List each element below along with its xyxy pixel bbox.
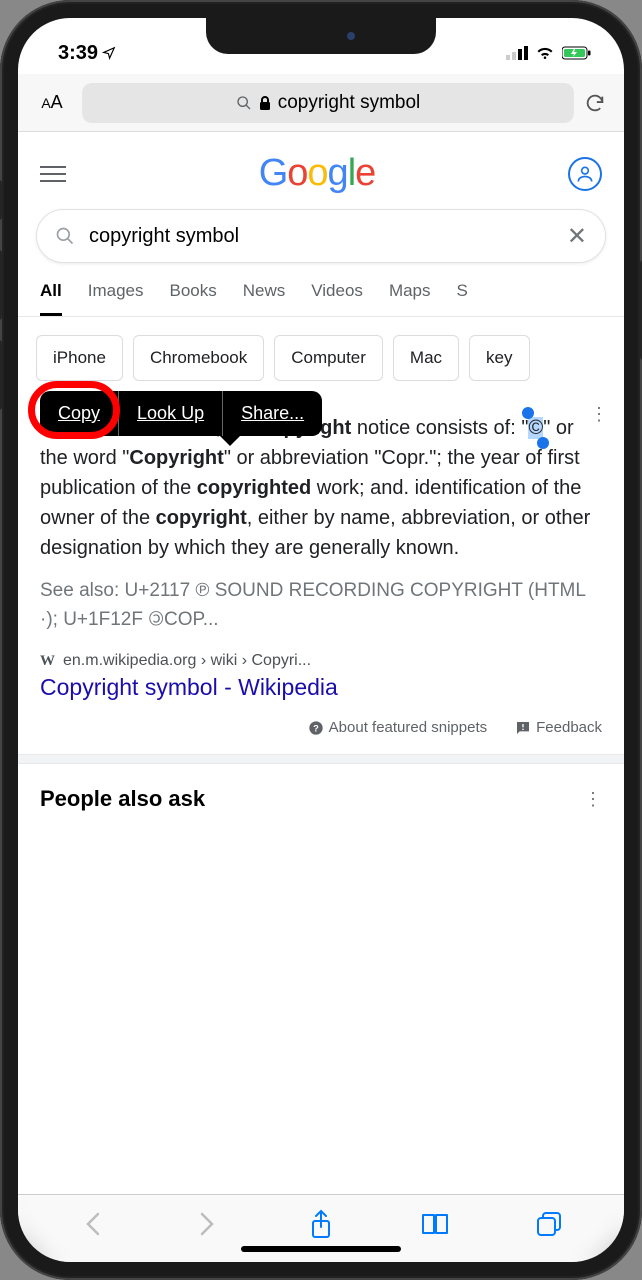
url-field[interactable]: copyright symbol (82, 83, 574, 123)
reload-button[interactable] (584, 92, 610, 114)
highlight-ring (28, 381, 120, 439)
tab-maps[interactable]: Maps (389, 281, 431, 316)
tab-books[interactable]: Books (169, 281, 216, 316)
text-size-button[interactable]: AA (32, 92, 72, 113)
lookup-menu-item[interactable]: Look Up (118, 391, 222, 436)
tab-all[interactable]: All (40, 281, 62, 316)
search-icon (55, 226, 75, 246)
battery-icon (562, 46, 592, 60)
selected-text[interactable]: © (528, 417, 543, 439)
feedback-icon (515, 720, 531, 736)
cellular-icon (506, 46, 528, 60)
bookmarks-button[interactable] (418, 1207, 452, 1241)
info-icon: ? (308, 720, 324, 736)
result-source: W en.m.wikipedia.org › wiki › Copyri... (18, 638, 624, 672)
tab-more[interactable]: S (457, 281, 468, 316)
see-also-text: See also: U+2117 ℗ SOUND RECORDING COPYR… (18, 563, 624, 638)
clear-button[interactable]: ✕ (567, 222, 587, 251)
snippet-more-icon[interactable]: ⋮ (590, 401, 608, 428)
google-logo: Google (259, 152, 376, 195)
forward-button[interactable] (190, 1207, 224, 1241)
account-button[interactable] (568, 157, 602, 191)
result-title-link[interactable]: Copyright symbol - Wikipedia (18, 672, 624, 711)
status-time: 3:39 (58, 42, 116, 65)
tabs-button[interactable] (532, 1207, 566, 1241)
tab-images[interactable]: Images (88, 281, 144, 316)
chip-chromebook[interactable]: Chromebook (133, 335, 264, 381)
search-box[interactable]: ✕ (36, 209, 606, 263)
tab-videos[interactable]: Videos (311, 281, 363, 316)
url-text: copyright symbol (278, 92, 421, 114)
search-icon (236, 95, 252, 111)
share-button[interactable] (304, 1207, 338, 1241)
chip-computer[interactable]: Computer (274, 335, 383, 381)
notch (206, 18, 436, 54)
home-indicator[interactable] (241, 1246, 401, 1252)
wifi-icon (535, 46, 555, 60)
location-icon (102, 46, 116, 60)
chip-mac[interactable]: Mac (393, 335, 459, 381)
back-button[interactable] (76, 1207, 110, 1241)
chip-key[interactable]: key (469, 335, 529, 381)
about-snippets-link[interactable]: ? About featured snippets (308, 719, 487, 736)
search-tabs: All Images Books News Videos Maps S (18, 263, 624, 317)
wikipedia-icon: W (40, 653, 55, 670)
tab-news[interactable]: News (243, 281, 286, 316)
lock-icon (258, 95, 272, 111)
search-input[interactable] (89, 225, 553, 248)
feedback-link[interactable]: Feedback (515, 719, 602, 736)
share-menu-item[interactable]: Share... (222, 391, 322, 436)
menu-button[interactable] (40, 166, 66, 182)
paa-more-icon[interactable]: ⋮ (584, 789, 602, 810)
people-also-ask-header: People also ask ⋮ (18, 764, 624, 834)
browser-address-bar: AA copyright symbol (18, 74, 624, 132)
chip-iphone[interactable]: iPhone (36, 335, 123, 381)
person-icon (575, 164, 595, 184)
svg-text:?: ? (313, 723, 319, 733)
